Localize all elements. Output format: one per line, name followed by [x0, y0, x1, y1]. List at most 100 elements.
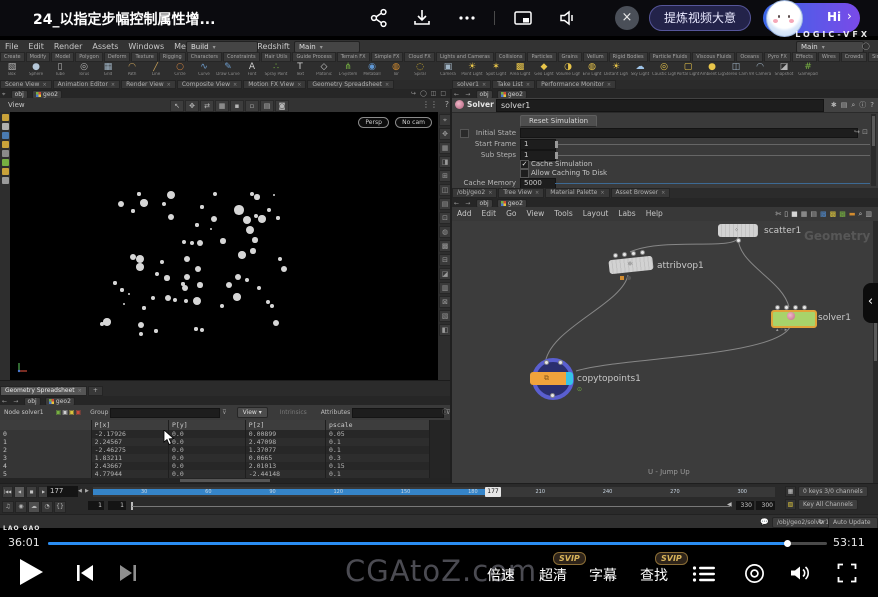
view-tool-icon[interactable]: ▪: [230, 100, 244, 112]
filter-icon[interactable]: ▣: [56, 409, 62, 416]
param-header-icon[interactable]: ⓘ: [859, 101, 866, 109]
filter-funnel-icon[interactable]: ⊽: [222, 409, 226, 416]
shelf-tool[interactable]: ◠Path: [120, 62, 144, 80]
node-display-flag[interactable]: [566, 372, 573, 385]
forward-icon[interactable]: →: [465, 91, 470, 98]
pane-tab[interactable]: Performance Monitor×: [536, 80, 616, 89]
pane-tab[interactable]: solver1×: [452, 80, 491, 89]
viewport-tool-icon[interactable]: [2, 123, 9, 130]
mute-icon[interactable]: [556, 7, 578, 29]
shelf-tool[interactable]: ╱Line: [144, 62, 168, 80]
input-connector[interactable]: [631, 251, 636, 256]
close-tab-icon[interactable]: ×: [42, 82, 46, 88]
input-connector[interactable]: [640, 250, 645, 255]
shelf-tool[interactable]: ◠VR Camera: [748, 62, 772, 80]
shelf-tool[interactable]: ✶Spot Light: [484, 62, 508, 80]
volume-button[interactable]: [789, 563, 811, 583]
shelf-tab[interactable]: Simple Simulation: [868, 52, 878, 62]
pane-tab[interactable]: Tree View×: [498, 188, 544, 198]
shelf-tool[interactable]: ◪Snapshot: [772, 62, 796, 80]
column-header[interactable]: P[x]: [91, 420, 168, 430]
shelf-tab[interactable]: Collisions: [495, 52, 527, 62]
shelf-tab[interactable]: Simple FX: [371, 52, 404, 62]
slider-handle[interactable]: [555, 152, 558, 159]
close-tab-icon[interactable]: ×: [78, 388, 82, 394]
group-input[interactable]: [110, 408, 220, 418]
scrollbar-thumb[interactable]: [872, 116, 875, 146]
keys-count-button[interactable]: 0 keys 3/0 channels: [798, 486, 868, 497]
viewport-tool-icon[interactable]: [2, 168, 9, 175]
help-icon[interactable]: ?: [445, 100, 449, 109]
playbar-toggle-icon[interactable]: ◉: [15, 501, 27, 513]
share-button[interactable]: [368, 7, 390, 29]
progress-handle[interactable]: [784, 540, 791, 547]
shelf-tab[interactable]: Modify: [26, 52, 51, 62]
pane-tab[interactable]: Motion FX View×: [243, 80, 306, 89]
playback-start-field[interactable]: 1: [108, 501, 126, 510]
shelf-tab[interactable]: Rigid Bodies: [609, 52, 648, 62]
shelf-tab[interactable]: Rigging: [159, 52, 186, 62]
pane-tab[interactable]: /obj/geo2×: [452, 188, 497, 198]
view-tool-icon[interactable]: ◙: [275, 100, 289, 112]
shelf-tool[interactable]: ◑Volume Light: [556, 62, 580, 80]
param-header-icon[interactable]: ⌕: [851, 101, 855, 109]
step-forward-button[interactable]: ▶: [85, 488, 89, 494]
shelf-tab[interactable]: Pyro FX: [764, 52, 791, 62]
input-connector[interactable]: [544, 360, 549, 365]
shelf-tool[interactable]: ◇Platonic: [312, 62, 336, 80]
output-connector[interactable]: [736, 238, 741, 243]
shelf-tool[interactable]: ◎Caustic Light: [652, 62, 676, 80]
file-chooser-icon[interactable]: ↪ ⊡: [854, 128, 868, 136]
shelf-tab[interactable]: Cloud FX: [404, 52, 434, 62]
scene-viewport[interactable]: Persp No cam: [10, 112, 438, 380]
geometry-spreadsheet-table[interactable]: P[x] P[y] P[z] pscale 0 -2.17926 0.0 0.0…: [0, 420, 452, 478]
start-frame-slider[interactable]: [555, 144, 870, 145]
node-badge[interactable]: ⊙: [577, 387, 582, 392]
shelf-tab[interactable]: Grains: [558, 52, 582, 62]
filter-icon[interactable]: ▣: [62, 409, 68, 416]
pane-tab[interactable]: Animation Editor×: [53, 80, 120, 89]
add-tab-button[interactable]: +: [88, 386, 103, 396]
input-connector[interactable]: [793, 305, 798, 310]
playhead[interactable]: 177: [485, 487, 501, 497]
keyframe-icon[interactable]: ▦: [785, 486, 796, 497]
quality-button[interactable]: 超清: [539, 565, 567, 585]
current-frame-field[interactable]: 177: [47, 486, 78, 497]
close-tab-icon[interactable]: ×: [385, 82, 389, 88]
pane-tab[interactable]: Geometry Spreadsheet×: [307, 80, 394, 89]
playlist-button[interactable]: [692, 565, 716, 583]
pane-tab[interactable]: Scene View×: [0, 80, 52, 89]
range-slider-track[interactable]: [132, 506, 730, 507]
menu-item[interactable]: View: [521, 207, 549, 221]
param-header-icon[interactable]: ?: [870, 101, 874, 109]
info-icon[interactable]: ⓘ: [442, 405, 448, 420]
input-connector[interactable]: [775, 305, 780, 310]
viewport-tool-icon[interactable]: [2, 114, 9, 121]
shelf-tab[interactable]: Constraints: [223, 52, 260, 62]
close-button[interactable]: ×: [615, 6, 639, 30]
output-connector[interactable]: [550, 393, 555, 398]
menu-item[interactable]: Go: [501, 207, 521, 221]
shelf-tool[interactable]: ⋔L-System: [336, 62, 360, 80]
column-header[interactable]: P[z]: [245, 420, 325, 430]
pathbar-icon[interactable]: ↪: [411, 90, 416, 97]
input-connector[interactable]: [622, 252, 627, 257]
vertical-scrollbar[interactable]: [873, 221, 878, 483]
shelf-tool[interactable]: ✎Draw Curve: [216, 62, 240, 80]
initial-state-field[interactable]: [520, 128, 858, 138]
side-drawer-toggle[interactable]: ‹: [863, 283, 878, 323]
shelf-tool[interactable]: ▣Camera: [436, 62, 460, 80]
shelf-tab[interactable]: Effects: [792, 52, 817, 62]
shelf-tool[interactable]: ▯Tube: [48, 62, 72, 80]
shelf-tool[interactable]: ●Sphere: [24, 62, 48, 80]
pane-tab[interactable]: Composite View×: [177, 80, 242, 89]
close-tab-icon[interactable]: ×: [233, 82, 237, 88]
network-tool-icon[interactable]: ▦: [801, 210, 808, 218]
pane-tab[interactable]: Geometry Spreadsheet×: [0, 386, 87, 396]
network-editor-canvas[interactable]: Geometry ⁘ scatter1 ⚛ attribvop1: [452, 221, 878, 483]
close-tab-icon[interactable]: ×: [607, 82, 611, 88]
forward-icon[interactable]: →: [465, 200, 470, 207]
fullscreen-button[interactable]: [837, 563, 857, 583]
shelf-tool[interactable]: ▩Area Light: [508, 62, 532, 80]
shelf-tool[interactable]: ◎Torus: [72, 62, 96, 80]
